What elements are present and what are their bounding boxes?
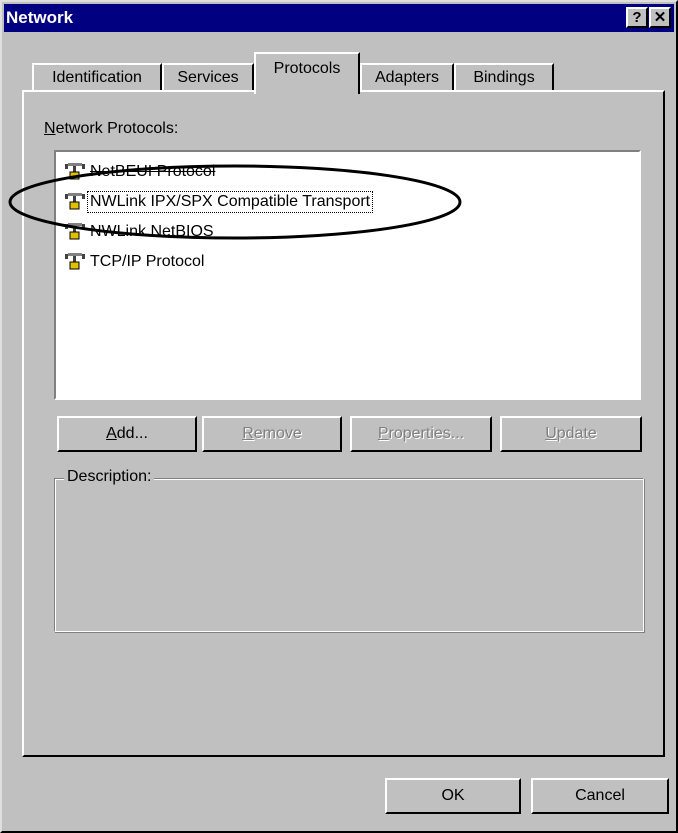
window-title: Network: [6, 8, 74, 27]
cancel-button-label: Cancel: [575, 787, 625, 804]
tab-identification[interactable]: Identification: [32, 63, 162, 92]
network-protocol-icon: [65, 253, 85, 270]
ok-button[interactable]: OK: [385, 778, 521, 814]
tab-services-label: Services: [177, 69, 239, 86]
remove-button[interactable]: Remove: [202, 416, 342, 452]
tab-adapters[interactable]: Adapters: [360, 63, 454, 92]
help-icon: ?: [632, 9, 642, 26]
update-button[interactable]: Update: [500, 416, 642, 452]
tab-bindings[interactable]: Bindings: [454, 63, 554, 92]
tab-adapters-label: Adapters: [374, 69, 440, 86]
tab-protocols[interactable]: Protocols: [254, 52, 360, 94]
list-item[interactable]: NWLink NetBIOS: [62, 220, 216, 244]
ok-button-label: OK: [441, 787, 465, 804]
title-bar[interactable]: Network ? ✕: [4, 4, 674, 32]
network-protocol-icon: [65, 223, 85, 240]
protocols-listbox[interactable]: NetBEUI Protocol NWLink IPX/SPX Compatib…: [54, 150, 641, 400]
properties-button[interactable]: Properties...: [350, 416, 492, 452]
list-item-label: NWLink NetBIOS: [90, 223, 214, 240]
network-protocol-icon: [65, 163, 85, 180]
close-icon: ✕: [653, 9, 667, 26]
list-item[interactable]: NWLink IPX/SPX Compatible Transport: [62, 190, 374, 214]
tab-identification-label: Identification: [52, 69, 142, 86]
tab-bindings-label: Bindings: [473, 69, 535, 86]
list-item[interactable]: TCP/IP Protocol: [62, 250, 206, 274]
help-button[interactable]: ?: [626, 7, 648, 28]
tab-protocols-label: Protocols: [273, 60, 341, 77]
network-protocols-label: Network Protocols:: [44, 120, 179, 137]
list-item-label: TCP/IP Protocol: [90, 253, 205, 270]
list-item-label: NetBEUI Protocol: [90, 163, 216, 180]
add-button[interactable]: Add...: [57, 416, 197, 452]
list-item[interactable]: NetBEUI Protocol: [62, 160, 217, 184]
close-button[interactable]: ✕: [649, 7, 671, 28]
description-groupbox: [54, 478, 644, 632]
cancel-button[interactable]: Cancel: [531, 778, 669, 814]
tab-services[interactable]: Services: [162, 63, 254, 92]
network-protocol-icon: [65, 193, 85, 210]
list-item-label: NWLink IPX/SPX Compatible Transport: [86, 191, 374, 213]
description-label: Description:: [64, 468, 155, 486]
